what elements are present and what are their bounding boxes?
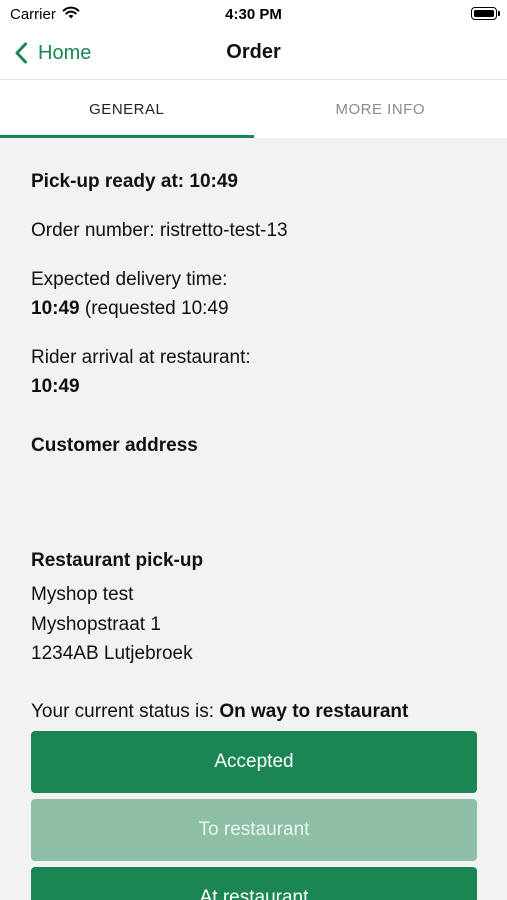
current-status-label: Your current status is: — [31, 701, 215, 722]
restaurant-pickup-heading: Restaurant pick-up — [31, 550, 204, 571]
pickup-time: 10:49 — [189, 171, 238, 192]
tab-more-info[interactable]: MORE INFO — [254, 80, 507, 138]
order-number-line: Order number: ristretto-test-13 — [31, 220, 288, 242]
restaurant-name: Myshop test — [31, 584, 134, 605]
order-number-value: ristretto-test-13 — [159, 220, 288, 241]
at-restaurant-button[interactable]: At restaurant — [31, 867, 477, 900]
pickup-ready: Pick-up ready at: 10:49 — [31, 171, 238, 193]
expected-delivery-line: 10:49 (requested 10:49 — [31, 298, 229, 320]
clock: 4:30 PM — [225, 6, 282, 23]
customer-address-heading: Customer address — [31, 435, 198, 456]
expected-delivery-requested: (requested 10:49 — [84, 298, 229, 319]
status-bar: Carrier 4:30 PM — [0, 0, 507, 28]
pickup-label: Pick-up ready at: — [31, 171, 185, 192]
rider-arrival-label: Rider arrival at restaurant: — [31, 347, 251, 368]
current-status-line: Your current status is: On way to restau… — [31, 701, 408, 723]
navigation-bar: Home Order — [0, 28, 507, 80]
restaurant-city: 1234AB Lutjebroek — [31, 643, 193, 664]
tab-bar: GENERAL MORE INFO — [0, 80, 507, 138]
rider-arrival-time: 10:49 — [31, 376, 80, 397]
expected-delivery-label: Expected delivery time: — [31, 269, 228, 290]
order-details: Pick-up ready at: 10:49 Order number: ri… — [0, 138, 507, 900]
battery-icon — [471, 7, 500, 20]
expected-delivery-time: 10:49 — [31, 298, 80, 319]
tab-general[interactable]: GENERAL — [0, 80, 254, 138]
accepted-button[interactable]: Accepted — [31, 731, 477, 793]
to-restaurant-button[interactable]: To restaurant — [31, 799, 477, 861]
restaurant-street: Myshopstraat 1 — [31, 614, 161, 635]
page-title: Order — [226, 41, 281, 63]
current-status-value: On way to restaurant — [219, 701, 409, 722]
order-number-label: Order number: — [31, 220, 155, 241]
